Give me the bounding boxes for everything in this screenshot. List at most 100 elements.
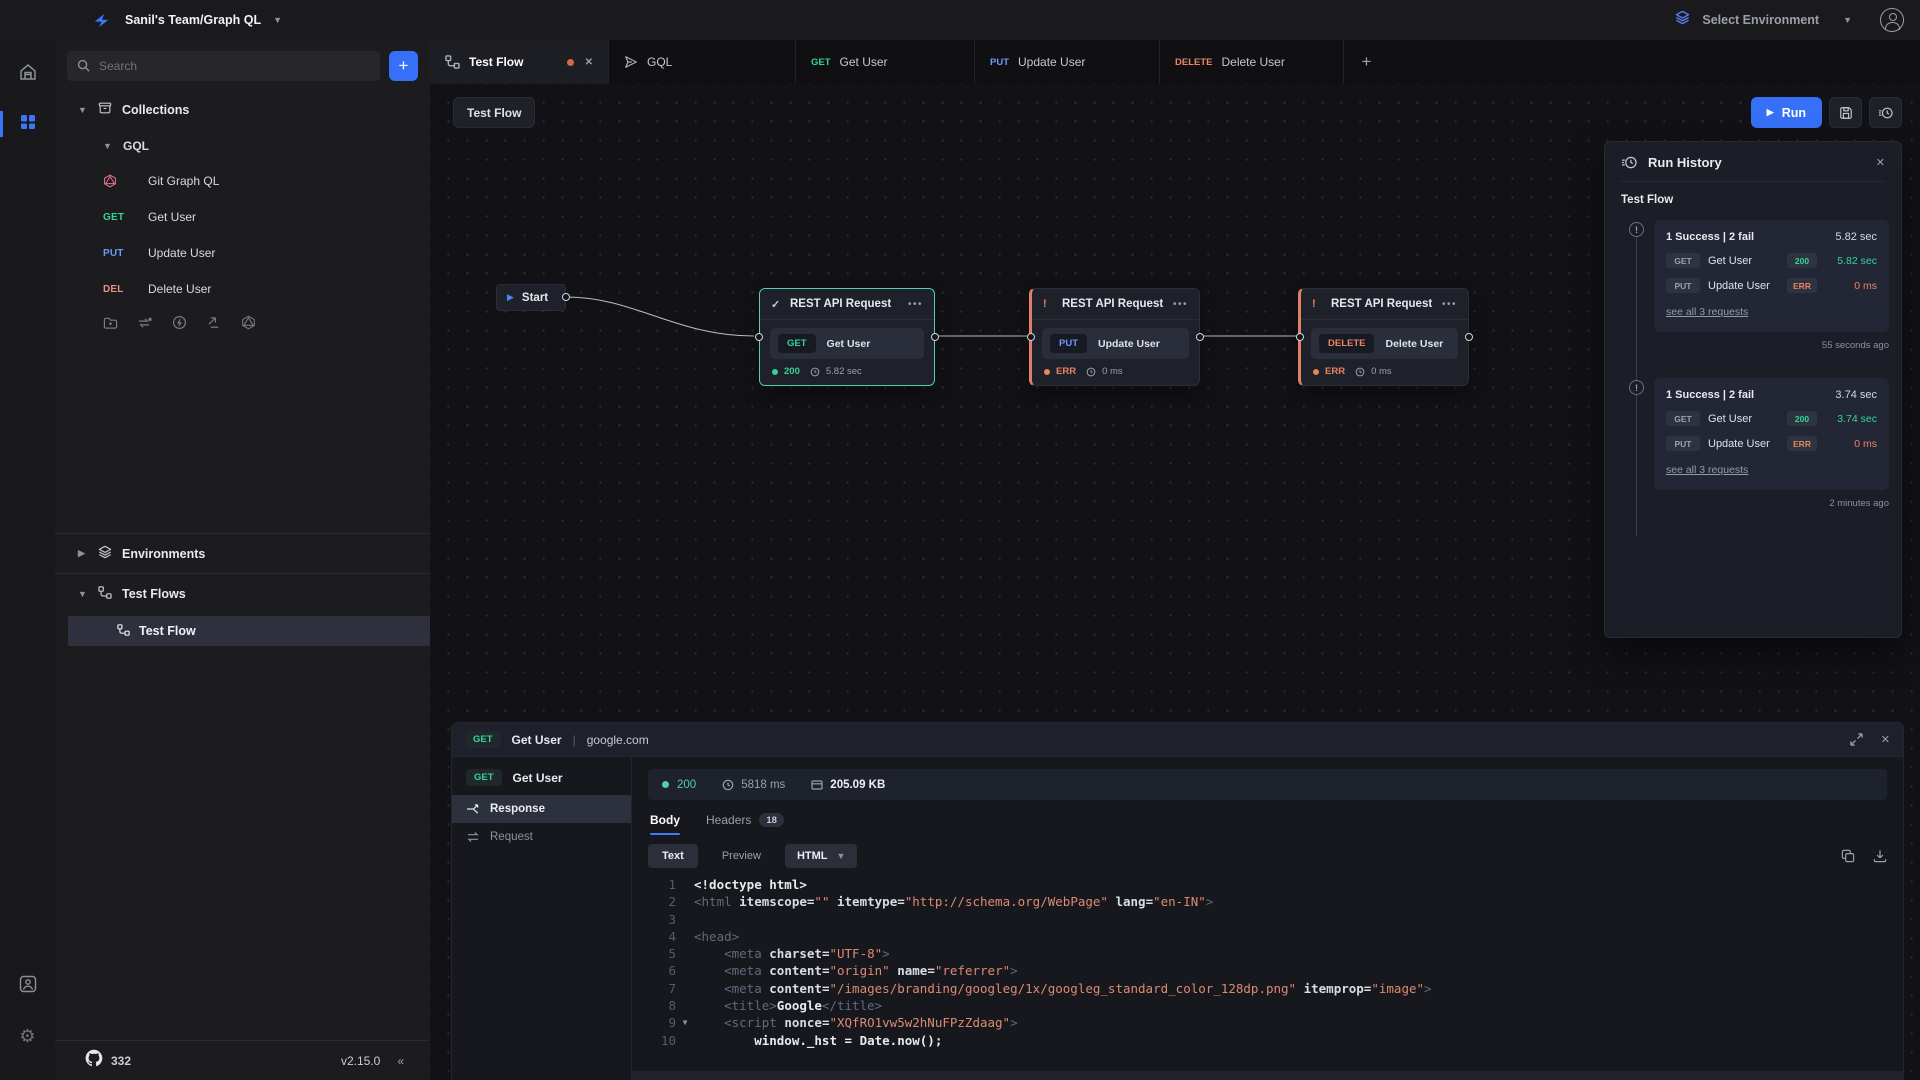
collapse-sidebar-button[interactable]: « [397,1054,404,1068]
new-tab-button[interactable]: + [1343,40,1389,84]
copy-icon[interactable] [1841,849,1855,863]
close-icon[interactable]: ✕ [1881,733,1890,746]
download-icon[interactable] [1873,849,1887,863]
tab-delete-user[interactable]: DELETEDelete User [1159,40,1343,84]
horizontal-scrollbar[interactable] [632,1071,1903,1080]
collection-children: Git Graph QLGETGet UserPUTUpdate UserDEL… [55,163,430,307]
output-port[interactable] [562,293,570,301]
tab-body[interactable]: Body [650,813,680,835]
input-port[interactable] [1296,333,1304,341]
caret-down-icon: ▼ [103,141,113,151]
node-menu-icon[interactable]: ••• [1173,299,1188,310]
nav-collections[interactable] [0,106,55,142]
request-name: Get User [827,338,871,350]
output-port[interactable] [1196,333,1204,341]
view-text-button[interactable]: Text [648,844,698,868]
sidebar-item-test-flow[interactable]: Test Flow [68,616,430,646]
close-icon[interactable]: ✕ [1876,156,1885,169]
history-request-row: GET Get User 200 3.74 sec [1666,411,1877,426]
nav-settings[interactable]: ⚙ [0,1018,55,1054]
node-menu-icon[interactable]: ••• [908,299,923,310]
line-number: 4 [632,928,676,945]
code-line: 4 <head> [632,928,1903,945]
nav-request[interactable]: Request [452,823,631,851]
nav-response[interactable]: Response [452,795,631,823]
run-history-button[interactable] [1869,97,1902,128]
tab-get-user[interactable]: GETGet User [795,40,974,84]
tab-test-flow[interactable]: Test Flow✕ [430,40,608,84]
request-host: google.com [587,733,649,747]
swap-arrows-icon [466,831,480,843]
search-input[interactable] [67,51,380,81]
clock-icon [810,367,820,377]
gutter [676,945,694,962]
add-new-button[interactable]: + [389,51,418,81]
select-environment-button[interactable]: Select Environment [1702,13,1819,27]
request-name: Get User [512,733,562,747]
hand-download-icon[interactable] [206,315,222,335]
see-all-requests-link[interactable]: see all 3 requests [1666,306,1748,318]
start-node[interactable]: ▶ Start [496,284,566,311]
sidebar-item-get-user[interactable]: GETGet User [55,199,430,235]
flow-canvas[interactable]: Test Flow ▶ Run ▶ Start ✓ R [430,84,1920,1080]
graphql-hex-icon[interactable] [241,315,256,335]
flow-node-update-user[interactable]: ! REST API Request ••• PUT Update User E… [1029,288,1200,386]
github-star-count: 332 [111,1054,131,1068]
output-port[interactable] [1465,333,1473,341]
run-history-title: Run History [1648,155,1865,170]
gutter [676,997,694,1014]
request-label: Update User [148,246,215,260]
node-menu-icon[interactable]: ••• [1442,299,1457,310]
tab-update-user[interactable]: PUTUpdate User [974,40,1159,84]
response-tabs: Body Headers 18 [632,800,1903,835]
expand-icon[interactable] [1850,733,1863,746]
collection-folder-gql[interactable]: ▼ GQL [55,128,430,163]
workspace-selector[interactable]: Sanil's Team/Graph QL [125,13,261,27]
nav-interceptor[interactable] [0,968,55,1004]
code-lines: 1 <!doctype html>2 <html itemscope="" it… [632,876,1903,1049]
run-timestamp: 2 minutes ago [1654,498,1889,509]
run-button[interactable]: ▶ Run [1751,97,1822,128]
collections-section-header[interactable]: ▼ Collections [55,91,430,128]
input-port[interactable] [1027,333,1035,341]
flow-icon [98,586,112,602]
input-port[interactable] [755,333,763,341]
play-icon: ▶ [1767,107,1774,118]
sidebar-item-delete-user[interactable]: DELDelete User [55,271,430,307]
sidebar-item-git-graph-ql[interactable]: Git Graph QL [55,163,430,199]
history-request-row: PUT Update User ERR 0 ms [1666,278,1877,293]
status-code: ERR [1325,366,1345,377]
environments-section-header[interactable]: ▶ Environments [55,534,430,573]
node-title: REST API Request [790,298,899,310]
view-preview-button[interactable]: Preview [708,844,775,868]
sidebar-item-update-user[interactable]: PUTUpdate User [55,235,430,271]
arrows-swap-icon[interactable] [137,316,153,335]
clock-icon [722,779,734,791]
fold-caret-icon[interactable]: ▼ [676,1014,694,1031]
output-port[interactable] [931,333,939,341]
account-button[interactable] [1880,8,1904,32]
test-flows-section-header[interactable]: ▼ Test Flows [55,574,430,613]
save-button[interactable] [1829,97,1862,128]
tab-headers[interactable]: Headers 18 [706,813,784,835]
run-summary-card: 1 Success | 2 fail 5.82 sec GET Get User… [1654,220,1889,332]
save-icon [1839,106,1853,120]
status-badge: 200 [1787,253,1817,268]
chevron-down-icon[interactable]: ▼ [273,15,282,25]
tab-gql[interactable]: GQL [608,40,795,84]
flow-node-get-user[interactable]: ✓ REST API Request ••• GET Get User 200 … [759,288,935,386]
chevron-down-icon[interactable]: ▼ [1843,15,1852,25]
status-dot [1044,369,1050,375]
bolt-circle-icon[interactable] [172,315,187,335]
run-history-panel: Run History ✕ Test Flow ! 1 Success | 2 … [1604,141,1902,638]
flow-node-delete-user[interactable]: ! REST API Request ••• DELETE Delete Use… [1298,288,1469,386]
app-version: v2.15.0 [341,1054,380,1068]
folder-plus-icon[interactable] [103,316,118,335]
close-icon[interactable]: ✕ [585,57,593,68]
tab-label: Get User [840,55,888,69]
code-viewer[interactable]: 1 <!doctype html>2 <html itemscope="" it… [632,873,1903,1080]
format-select[interactable]: HTML ▼ [785,844,857,868]
see-all-requests-link[interactable]: see all 3 requests [1666,464,1748,476]
github-icon[interactable] [85,1049,103,1072]
nav-home[interactable] [0,56,55,92]
